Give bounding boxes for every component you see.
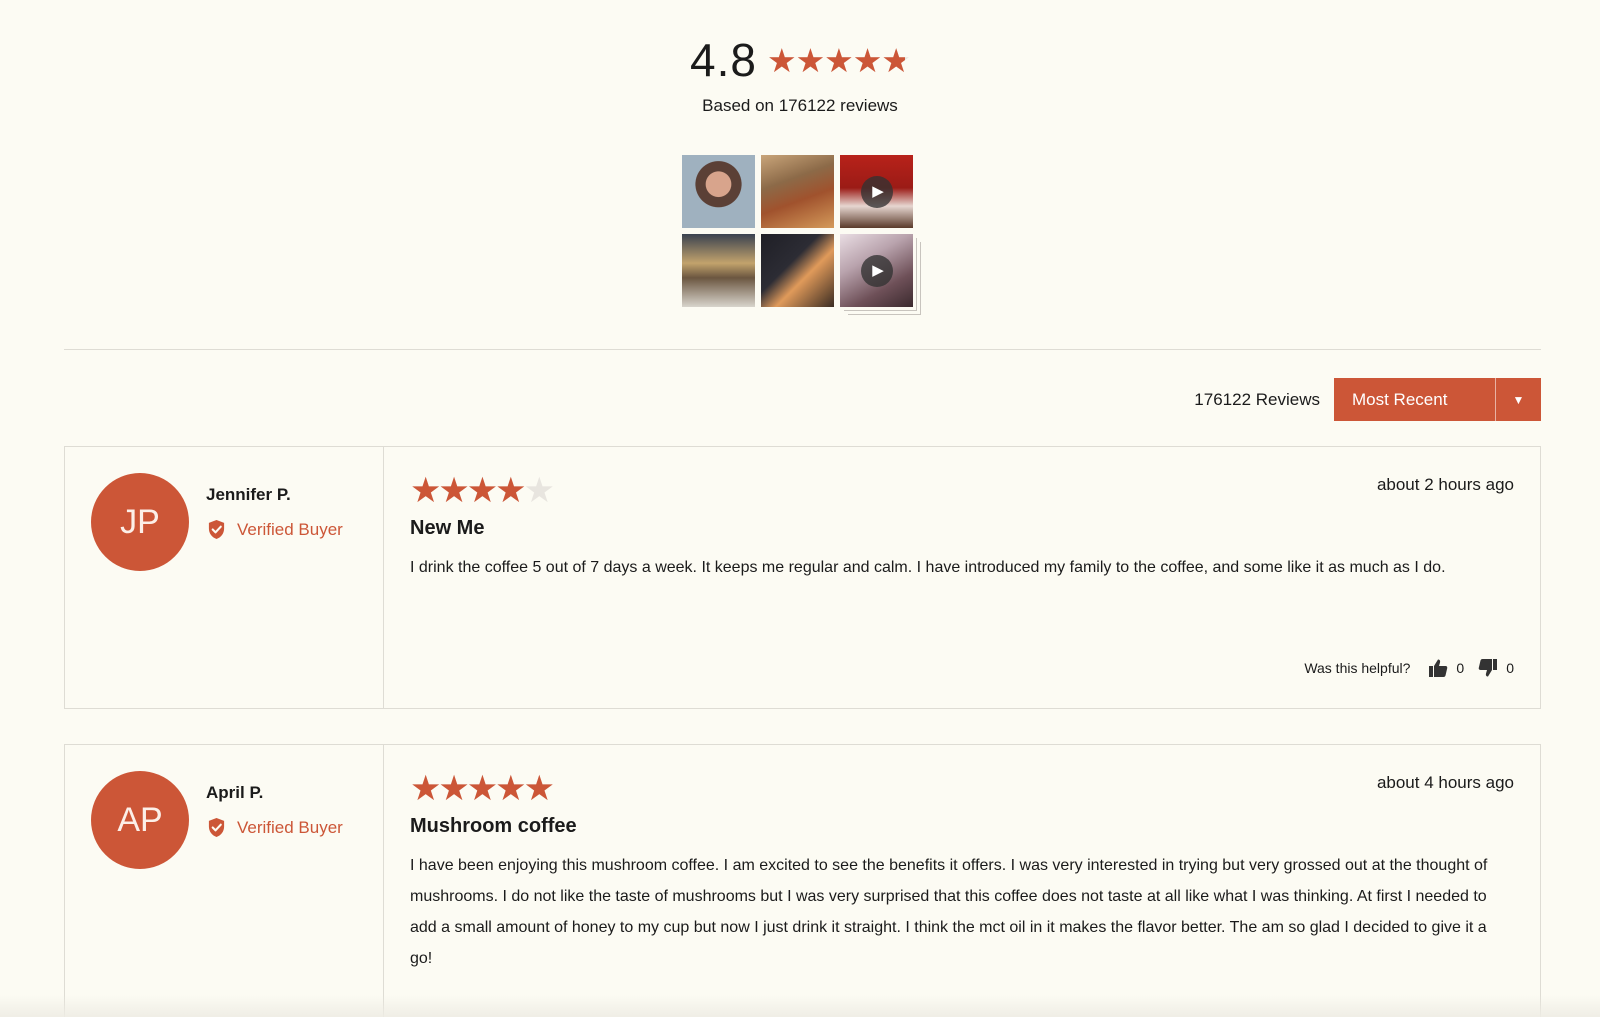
play-icon: ▶ (860, 175, 893, 208)
review-title: New Me (410, 517, 485, 539)
helpful-votes: Was this helpful? 0 0 (1304, 658, 1514, 678)
gallery-thumb-photo[interactable] (761, 234, 834, 307)
star-icon: ★★ (466, 471, 499, 510)
review-body: I drink the coffee 5 out of 7 days a wee… (410, 559, 1446, 576)
verified-label: Verified Buyer (237, 519, 343, 539)
media-gallery: ▶ ▶ (682, 155, 913, 307)
review-content: ★ ★ ★ ★ ★ ★ ★ ★ ★ ★ about 4 hours ago Mushroom co… (384, 745, 1540, 1017)
review-stars: ★★★★★★★★★★ (410, 471, 555, 510)
review-title: Mushroom coffee (410, 815, 577, 837)
play-icon: ▶ (860, 254, 893, 287)
rating-summary-top: 4.8 ★ ★ ★ ★ ★ ★ ★ ★ ★ ★ (0, 30, 1600, 90)
verified-badge: Verified Buyer (207, 817, 343, 838)
section-divider (64, 349, 1541, 350)
verified-label: Verified Buyer (237, 817, 343, 837)
review-stars: ★★★★★★★★★★ (410, 769, 555, 808)
review-date: about 4 hours ago (1376, 773, 1514, 792)
verified-shield-icon (208, 520, 225, 539)
gallery-thumb-photo[interactable] (682, 155, 755, 228)
thumbs-down-button[interactable]: 0 (1478, 658, 1514, 678)
average-rating: 4.8 (690, 34, 757, 86)
star-icon: ★★ (410, 769, 442, 808)
star-icon: ★★ (795, 41, 826, 79)
thumbs-up-icon (1429, 659, 1448, 677)
verified-shield-icon (208, 818, 225, 837)
star-icon: ★★ (766, 41, 797, 79)
review-author: AP April P. Verified Buyer (65, 745, 384, 1017)
thumbs-down-icon (1478, 659, 1498, 677)
review-author: JP Jennifer P. Verified Buyer (65, 447, 384, 708)
gallery-thumb-more-video[interactable]: ▶ (840, 234, 913, 307)
review-total-text: Based on 176122 reviews (702, 96, 898, 115)
review-content: ★★★★★★★★★★ about 2 hours ago New Me I dr… (384, 447, 1540, 708)
caret-down-icon[interactable]: ▼ (1495, 378, 1541, 421)
thumbs-up-button[interactable]: 0 (1428, 658, 1464, 678)
review-date: about 2 hours ago (1376, 475, 1514, 494)
avatar: JP (91, 473, 189, 571)
review-count: 176122 Reviews (1194, 389, 1320, 409)
star-icon: ★★ (438, 769, 470, 808)
avatar: AP (91, 771, 189, 869)
star-icon: ★★ (523, 471, 555, 510)
average-stars: ★ ★ ★ ★ ★ ★ ★ ★ ★ ★ (766, 41, 911, 79)
star-icon: ★★ (438, 471, 470, 510)
star-icon: ★★ (466, 769, 499, 808)
star-icon: ★★ (881, 41, 911, 79)
star-icon: ★★ (852, 41, 883, 79)
star-icon: ★★ (495, 769, 527, 808)
author-name: Jennifer P. (206, 485, 291, 504)
star-icon: ★★ (523, 769, 555, 808)
sort-dropdown[interactable]: Most Recent ▼ (1334, 378, 1541, 421)
sort-label: Most Recent (1352, 390, 1448, 409)
star-icon: ★★ (824, 41, 854, 79)
gallery-thumb-photo[interactable] (682, 234, 755, 307)
review-card: AP April P. Verified Buyer ★ ★ ★ ★ ★ ★ ★ ★ ★ ★ ab… (64, 744, 1541, 1017)
gallery-thumb-photo[interactable] (761, 155, 834, 228)
star-icon: ★★ (495, 471, 527, 510)
review-body: I have been enjoying this mushroom coffe… (410, 857, 1488, 967)
helpful-label: Was this helpful? (1304, 660, 1411, 676)
down-vote-count: 0 (1506, 660, 1514, 676)
up-vote-count: 0 (1456, 660, 1465, 676)
gallery-thumb-video[interactable]: ▶ (840, 155, 913, 228)
star-icon: ★★ (410, 471, 442, 510)
review-card: JP Jennifer P. Verified Buyer ★★★★★★★★★★… (64, 446, 1541, 709)
reviews-toolbar: 176122 Reviews Most Recent ▼ (1194, 378, 1541, 421)
author-name: April P. (206, 783, 264, 802)
verified-badge: Verified Buyer (207, 519, 343, 540)
rating-summary: 4.8 ★ ★ ★ ★ ★ ★ ★ ★ ★ ★ Based on 176122 reviews (0, 30, 1600, 118)
